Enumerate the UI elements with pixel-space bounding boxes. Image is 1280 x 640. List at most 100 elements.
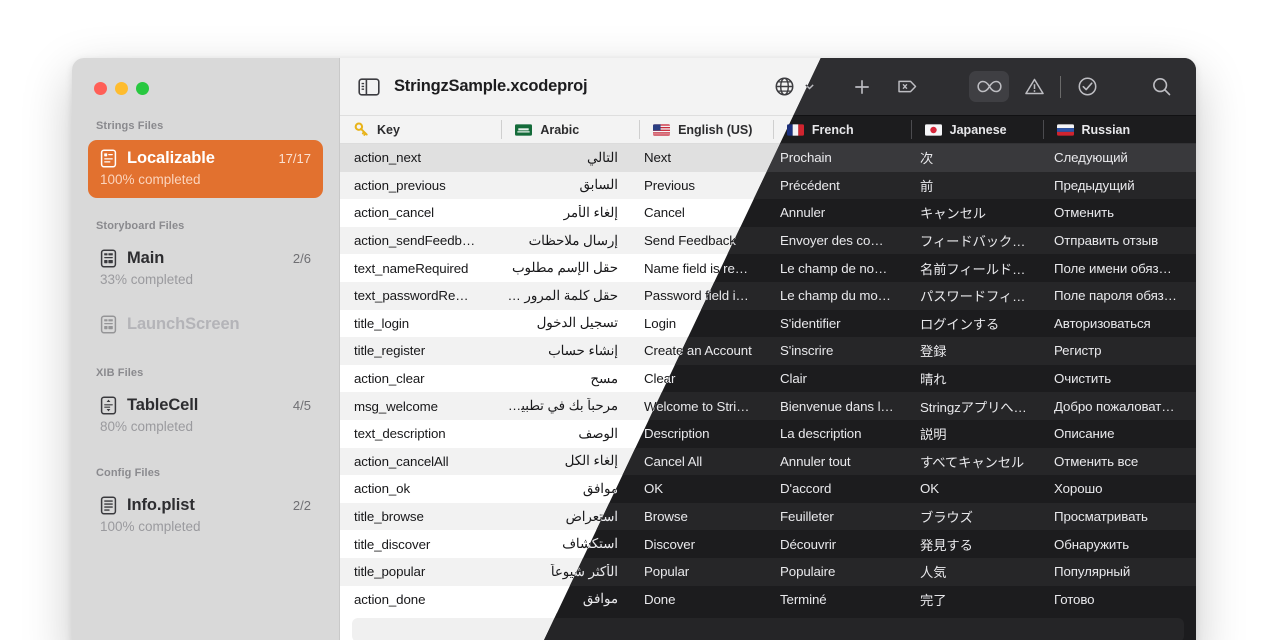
table-cell-fr[interactable]: Clair	[766, 371, 906, 386]
warning-triangle-icon[interactable]	[1017, 72, 1051, 102]
table-cell-ru[interactable]: Готово	[1040, 592, 1196, 607]
table-cell-ja[interactable]: 前	[906, 176, 1040, 195]
table-cell-key[interactable]: title_browse	[340, 509, 490, 524]
table-cell-ru[interactable]: Отменить	[1040, 205, 1196, 220]
sidebar-item-tablecell[interactable]: TableCell4/580% completed	[88, 387, 323, 445]
table-cell-ru[interactable]: Отправить отзыв	[1040, 233, 1196, 248]
table-cell-ar[interactable]: حقل كلمة المرور مطل…	[490, 288, 630, 304]
table-cell-key[interactable]: action_done	[340, 592, 490, 607]
table-cell-en[interactable]: Discover	[630, 537, 766, 552]
table-cell-en[interactable]: Previous	[630, 178, 766, 193]
table-cell-ja[interactable]: Stringzアプリへよ…	[906, 397, 1040, 416]
sidebar-panel-icon[interactable]	[358, 77, 380, 97]
table-cell-key[interactable]: text_passwordRe…	[340, 288, 490, 303]
table-cell-ar[interactable]: مرحباً بك في تطبيق…	[490, 398, 630, 414]
table-cell-key[interactable]: action_sendFeedb…	[340, 233, 490, 248]
table-cell-fr[interactable]: Prochain	[766, 150, 906, 165]
close-button[interactable]	[94, 82, 107, 95]
table-cell-ar[interactable]: الوصف	[490, 426, 630, 442]
sidebar-item-localizable[interactable]: Localizable17/17100% completed	[88, 140, 323, 198]
table-cell-ar[interactable]: إلغاء الكل	[490, 453, 630, 469]
table-cell-key[interactable]: text_nameRequired	[340, 261, 490, 276]
table-cell-fr[interactable]: Populaire	[766, 564, 906, 579]
table-cell-fr[interactable]: Précédent	[766, 178, 906, 193]
table-cell-ru[interactable]: Поле имени обяз…	[1040, 261, 1196, 276]
table-cell-ja[interactable]: キャンセル	[906, 203, 1040, 222]
column-header-key[interactable]: Key	[340, 116, 501, 143]
column-header-arabic[interactable]: Arabic	[501, 116, 639, 143]
table-cell-key[interactable]: title_discover	[340, 537, 490, 552]
table-cell-ar[interactable]: موافق	[490, 481, 630, 497]
table-cell-ru[interactable]: Предыдущий	[1040, 178, 1196, 193]
table-cell-en[interactable]: Done	[630, 592, 766, 607]
table-cell-ru[interactable]: Отменить все	[1040, 454, 1196, 469]
minimize-button[interactable]	[115, 82, 128, 95]
table-cell-ja[interactable]: OK	[906, 481, 1040, 496]
table-cell-en[interactable]: Browse	[630, 509, 766, 524]
table-cell-ru[interactable]: Добро пожаловат…	[1040, 399, 1196, 414]
table-cell-en[interactable]: Popular	[630, 564, 766, 579]
table-cell-ar[interactable]: التالي	[490, 150, 630, 166]
column-header-english-us-[interactable]: English (US)	[639, 116, 773, 143]
table-cell-ja[interactable]: すべてキャンセル	[906, 452, 1040, 471]
globe-icon[interactable]	[769, 72, 799, 102]
column-header-russian[interactable]: Russian	[1043, 116, 1196, 143]
table-cell-ar[interactable]: حقل الإسم مطلوب	[490, 260, 630, 276]
sidebar-item-info-plist[interactable]: Info.plist2/2100% completed	[88, 487, 323, 545]
table-cell-ja[interactable]: 説明	[906, 424, 1040, 443]
table-cell-en[interactable]: Next	[630, 150, 766, 165]
table-cell-ar[interactable]: إرسال ملاحظات	[490, 233, 630, 249]
table-cell-ru[interactable]: Поле пароля обяз…	[1040, 288, 1196, 303]
column-header-french[interactable]: French	[773, 116, 911, 143]
table-cell-key[interactable]: action_ok	[340, 481, 490, 496]
column-header-japanese[interactable]: Japanese	[911, 116, 1043, 143]
table-cell-ja[interactable]: フィードバックを…	[906, 231, 1040, 250]
table-cell-fr[interactable]: S'identifier	[766, 316, 906, 331]
table-cell-en[interactable]: OK	[630, 481, 766, 496]
table-cell-key[interactable]: action_cancelAll	[340, 454, 490, 469]
table-cell-en[interactable]: Cancel All	[630, 454, 766, 469]
table-cell-key[interactable]: action_clear	[340, 371, 490, 386]
table-cell-ja[interactable]: 人気	[906, 562, 1040, 581]
table-cell-ja[interactable]: 名前フィールドは…	[906, 259, 1040, 278]
table-cell-key[interactable]: action_previous	[340, 178, 490, 193]
table-cell-ar[interactable]: تسجيل الدخول	[490, 315, 630, 331]
table-cell-ru[interactable]: Авторизоваться	[1040, 316, 1196, 331]
table-cell-fr[interactable]: Annuler	[766, 205, 906, 220]
zoom-button[interactable]	[136, 82, 149, 95]
table-cell-fr[interactable]: Le champ du mot…	[766, 288, 906, 303]
table-cell-key[interactable]: title_popular	[340, 564, 490, 579]
table-cell-ru[interactable]: Описание	[1040, 426, 1196, 441]
sidebar-item-main[interactable]: Main2/633% completed	[88, 240, 323, 298]
table-cell-key[interactable]: text_description	[340, 426, 490, 441]
table-cell-ar[interactable]: السابق	[490, 177, 630, 193]
table-cell-ar[interactable]: إنشاء حساب	[490, 343, 630, 359]
table-cell-fr[interactable]: D'accord	[766, 481, 906, 496]
tag-x-icon[interactable]	[891, 72, 925, 102]
table-cell-fr[interactable]: Envoyer des com…	[766, 233, 906, 248]
table-cell-ru[interactable]: Популярный	[1040, 564, 1196, 579]
table-cell-ja[interactable]: 登録	[906, 341, 1040, 360]
table-cell-ru[interactable]: Просматривать	[1040, 509, 1196, 524]
table-cell-fr[interactable]: Annuler tout	[766, 454, 906, 469]
table-cell-ja[interactable]: 発見する	[906, 535, 1040, 554]
table-cell-ru[interactable]: Хорошо	[1040, 481, 1196, 496]
table-cell-ru[interactable]: Следующий	[1040, 150, 1196, 165]
table-cell-fr[interactable]: Le champ de nom…	[766, 261, 906, 276]
table-cell-fr[interactable]: Terminé	[766, 592, 906, 607]
table-cell-ar[interactable]: إلغاء الأمر	[490, 205, 630, 221]
check-circle-icon[interactable]	[1070, 72, 1104, 102]
table-cell-key[interactable]: title_login	[340, 316, 490, 331]
table-cell-key[interactable]: action_next	[340, 150, 490, 165]
table-cell-ru[interactable]: Регистр	[1040, 343, 1196, 358]
sidebar-item-launchscreen[interactable]: LaunchScreen	[88, 306, 323, 345]
table-cell-ja[interactable]: パスワードフィー…	[906, 286, 1040, 305]
table-cell-ar[interactable]: مسح	[490, 371, 630, 387]
table-cell-key[interactable]: msg_welcome	[340, 399, 490, 414]
table-cell-ja[interactable]: 完了	[906, 590, 1040, 609]
table-cell-fr[interactable]: Feuilleter	[766, 509, 906, 524]
table-cell-ja[interactable]: 次	[906, 148, 1040, 167]
table-cell-fr[interactable]: Découvrir	[766, 537, 906, 552]
table-cell-fr[interactable]: La description	[766, 426, 906, 441]
table-cell-ru[interactable]: Очистить	[1040, 371, 1196, 386]
